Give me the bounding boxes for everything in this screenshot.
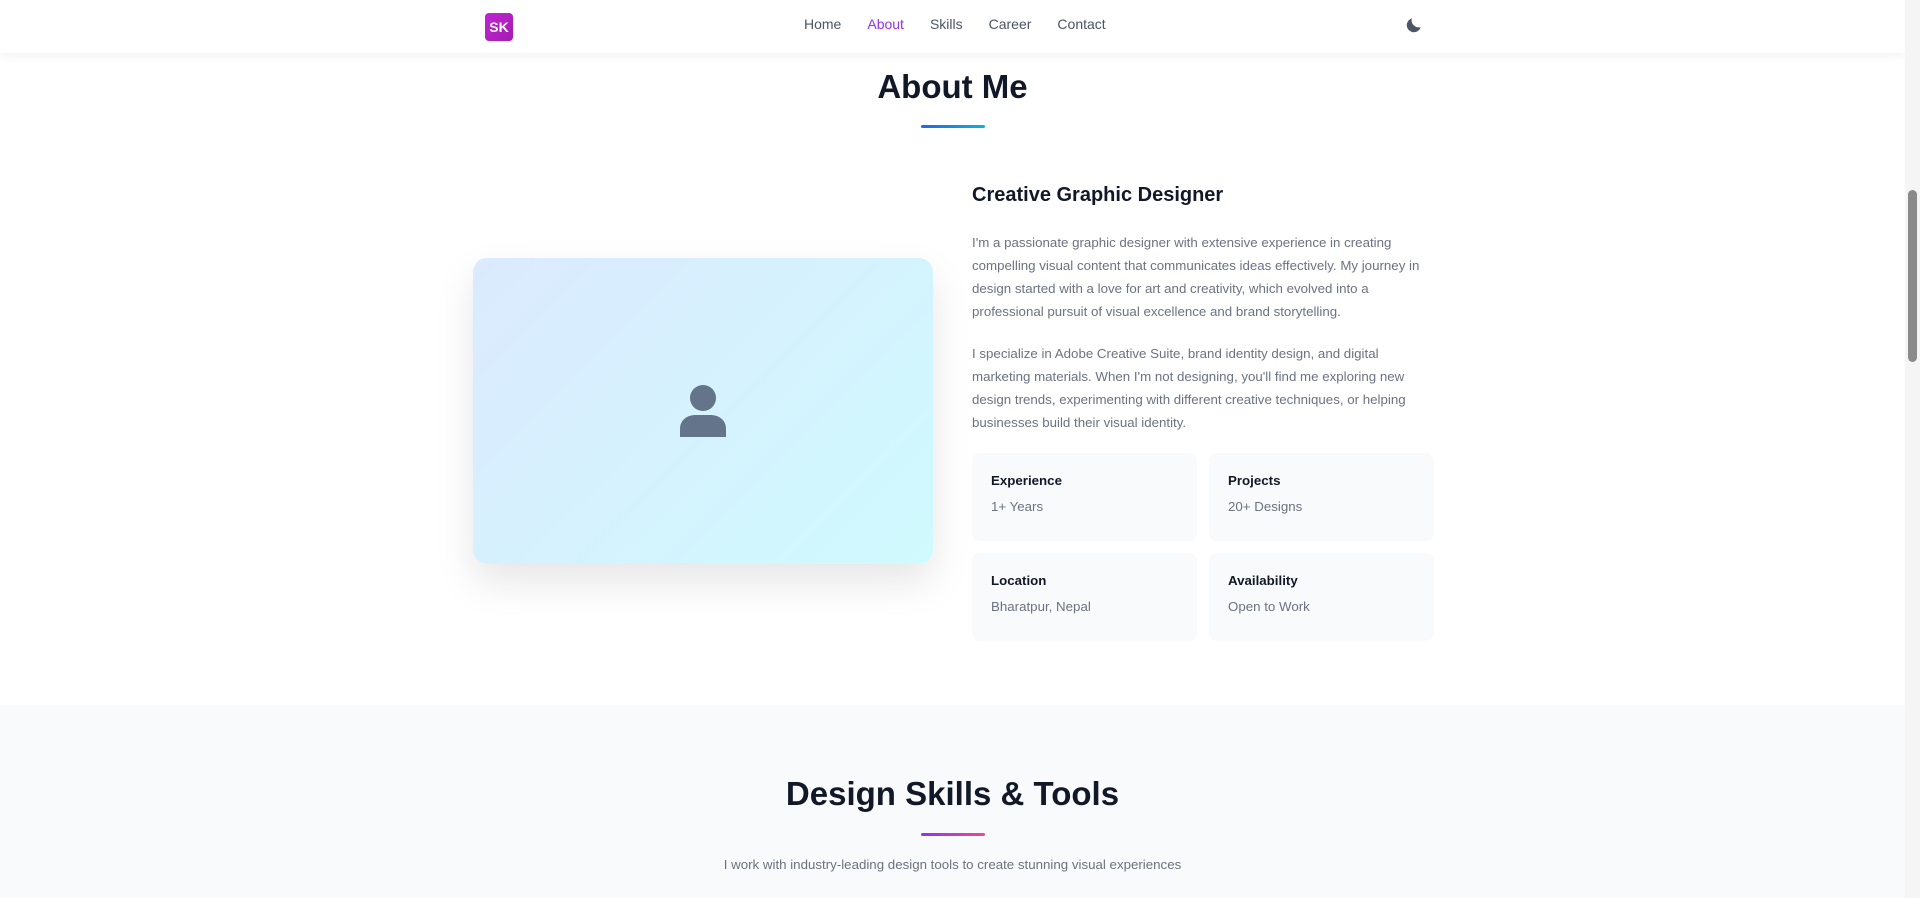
moon-icon[interactable]	[1404, 15, 1424, 35]
page: SK Home About Skills Career Contact Abou…	[0, 0, 1905, 898]
info-card-location: Location Bharatpur, Nepal	[972, 553, 1197, 641]
info-card-availability: Availability Open to Work	[1209, 553, 1434, 641]
navbar: SK Home About Skills Career Contact	[0, 0, 1905, 53]
nav-link-about[interactable]: About	[867, 16, 904, 32]
about-title-underline	[921, 125, 985, 128]
about-paragraph-2: I specialize in Adobe Creative Suite, br…	[972, 346, 1406, 430]
about-content: Creative Graphic Designer I'm a passiona…	[972, 182, 1432, 453]
info-grid: Experience 1+ Years Projects 20+ Designs…	[972, 453, 1434, 641]
about-paragraph-1: I'm a passionate graphic designer with e…	[972, 235, 1420, 319]
skills-title: Design Skills & Tools	[785, 775, 1120, 812]
nav-link-skills[interactable]: Skills	[930, 16, 963, 32]
skills-subtitle: I work with industry-leading design tool…	[723, 857, 1182, 872]
about-title: About Me	[877, 68, 1028, 105]
role-title: Creative Graphic Designer	[972, 184, 1224, 206]
skills-title-underline	[921, 833, 985, 836]
info-card-experience: Experience 1+ Years	[972, 453, 1197, 541]
nav-link-home[interactable]: Home	[804, 16, 841, 32]
info-value: 20+ Designs	[1228, 499, 1303, 514]
logo[interactable]: SK	[485, 13, 513, 41]
nav-link-contact[interactable]: Contact	[1057, 16, 1105, 32]
profile-image-card	[473, 258, 933, 564]
info-label: Location	[991, 573, 1047, 588]
scrollbar-thumb[interactable]	[1908, 190, 1917, 362]
info-value: 1+ Years	[991, 499, 1044, 514]
nav-link-career[interactable]: Career	[989, 16, 1032, 32]
info-value: Open to Work	[1228, 599, 1310, 614]
info-label: Experience	[991, 473, 1062, 488]
info-label: Projects	[1228, 473, 1281, 488]
scrollbar-track[interactable]	[1905, 0, 1920, 898]
info-card-projects: Projects 20+ Designs	[1209, 453, 1434, 541]
nav-links: Home About Skills Career Contact	[804, 16, 1132, 32]
skills-section: Design Skills & Tools I work with indust…	[0, 705, 1905, 898]
user-icon	[680, 385, 726, 437]
info-value: Bharatpur, Nepal	[991, 599, 1091, 614]
info-label: Availability	[1228, 573, 1298, 588]
